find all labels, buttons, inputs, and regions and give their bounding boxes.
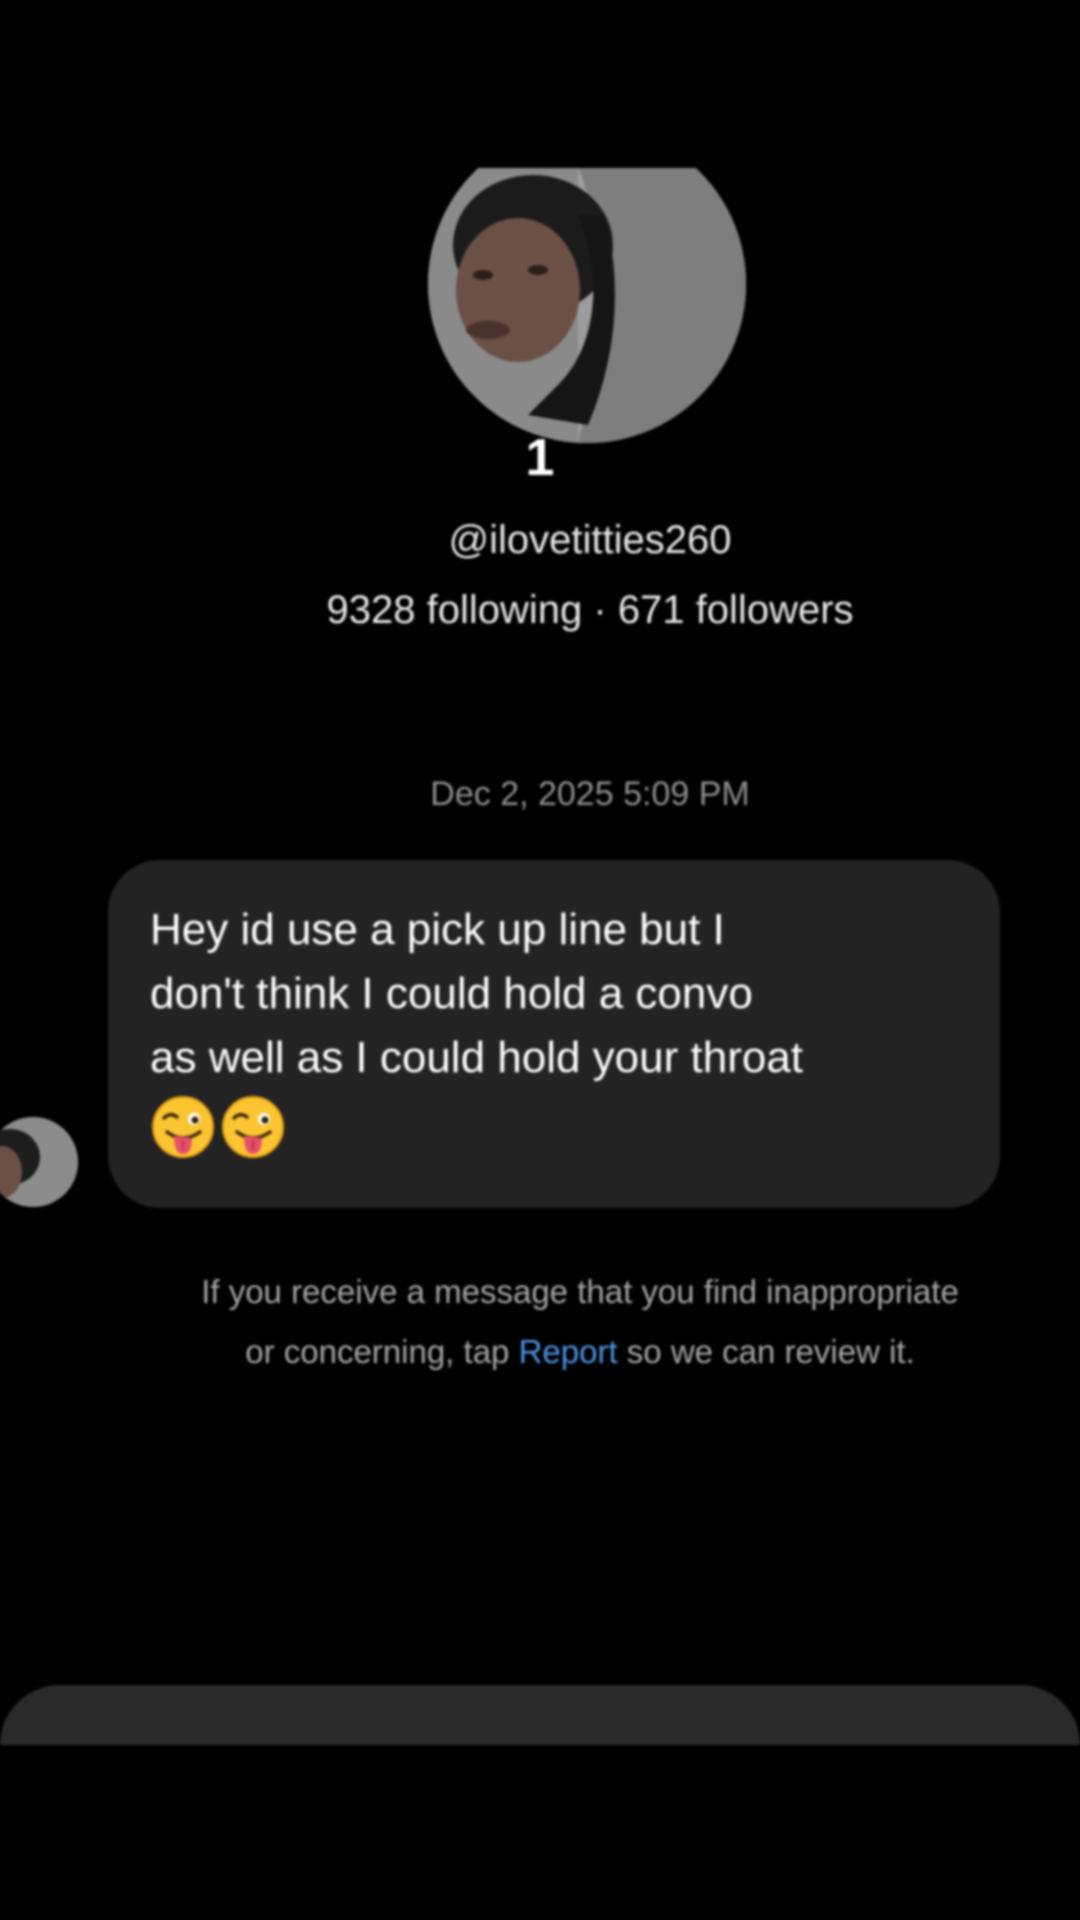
stats-separator: ·	[593, 588, 607, 632]
sender-avatar-image	[0, 1117, 78, 1207]
message-bubble[interactable]: Hey id use a pick up line but I don't th…	[108, 860, 1000, 1208]
followers-count: 671	[617, 588, 685, 632]
safety-notice-text-before: or concerning, tap	[245, 1333, 519, 1370]
message-composer-bar[interactable]	[0, 1685, 1080, 1745]
winking-face-with-tongue-icon	[222, 1096, 284, 1158]
report-link[interactable]: Report	[519, 1333, 618, 1370]
follow-stats: 9328 following · 671 followers	[0, 588, 1080, 633]
sender-avatar[interactable]	[0, 1117, 78, 1207]
winking-face-with-tongue-icon	[152, 1096, 214, 1158]
followers-label: followers	[695, 588, 854, 632]
profile-display-name: 1	[525, 429, 555, 487]
following-label: following	[426, 588, 583, 632]
safety-notice-line2: or concerning, tap Report so we can revi…	[80, 1322, 1080, 1382]
following-count: 9328	[326, 588, 416, 632]
profile-photo-image	[428, 168, 746, 443]
dm-screen: 1 @ilovetitties260 9328 following · 671 …	[0, 0, 1080, 1920]
message-timestamp: Dec 2, 2025 5:09 PM	[430, 775, 750, 813]
safety-notice-line1: If you receive a message that you find i…	[201, 1273, 959, 1310]
profile-photo[interactable]	[428, 168, 746, 443]
message-emoji-row	[150, 1094, 960, 1160]
safety-notice-text-after: so we can review it.	[617, 1333, 915, 1370]
message-text: Hey id use a pick up line but I don't th…	[150, 905, 804, 1082]
profile-username: @ilovetitties260	[448, 518, 732, 562]
safety-notice: If you receive a message that you find i…	[80, 1262, 1080, 1382]
